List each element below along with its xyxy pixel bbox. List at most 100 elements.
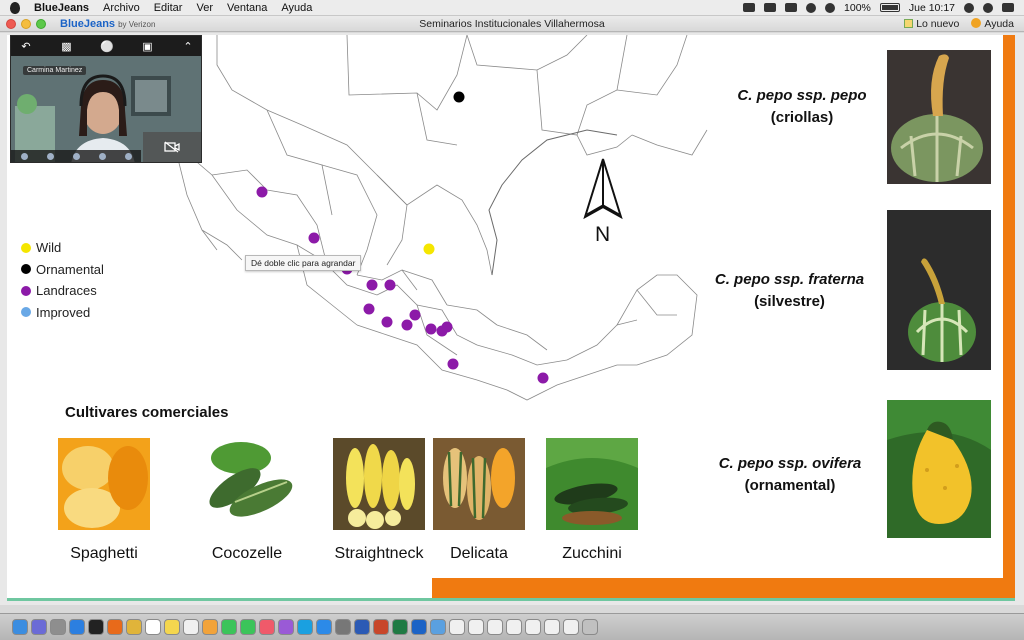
mic-off-icon[interactable]: ⚪	[100, 40, 114, 53]
pepo-photo	[887, 50, 991, 184]
apple-icon[interactable]	[10, 1, 20, 14]
podcasts-icon[interactable]	[278, 619, 294, 635]
legend-item-improved: Improved	[21, 302, 104, 324]
powerpoint-icon[interactable]	[373, 619, 389, 635]
legend-dot	[21, 242, 31, 253]
notes-icon[interactable]	[164, 619, 180, 635]
terminal-icon[interactable]	[88, 619, 104, 635]
notification-center-icon[interactable]	[1002, 3, 1014, 12]
battery-icon[interactable]	[879, 3, 900, 12]
menu-ventana[interactable]: Ventana	[227, 2, 267, 14]
cultivar-straightneck: Straightneck	[324, 438, 434, 563]
finder-icon[interactable]	[12, 619, 28, 635]
help-button[interactable]: Ayuda	[971, 18, 1014, 30]
mini-control-icon[interactable]	[124, 152, 132, 160]
menu-editar[interactable]: Editar	[154, 2, 183, 14]
camera-off-icon	[164, 141, 180, 153]
zucchini-photo	[546, 438, 638, 530]
video-mini-controls	[11, 150, 141, 162]
video-controls-bar: ↶ ▩ ⚪ ▣ ⌃	[11, 36, 201, 56]
landrace-point	[537, 372, 549, 384]
video-camera-icon[interactable]	[785, 3, 798, 12]
north-arrow-icon	[583, 158, 623, 220]
subspecies-label-ovifera: C. pepo ssp. ovifera (ornamental)	[718, 455, 862, 494]
chevron-up-icon[interactable]: ⌃	[181, 40, 195, 53]
mini-control-icon[interactable]	[72, 152, 80, 160]
legend-dot	[21, 285, 31, 296]
cloud-icon[interactable]	[743, 3, 756, 12]
clock[interactable]: Jue 10:17	[909, 2, 955, 14]
orange-accent-bar	[1003, 35, 1015, 583]
cultivar-name: Straightneck	[334, 545, 424, 562]
wifi-icon[interactable]	[825, 2, 836, 13]
word-icon[interactable]	[354, 619, 370, 635]
mini-control-icon[interactable]	[98, 152, 106, 160]
whats-new-button[interactable]: Lo nuevo	[904, 18, 959, 30]
siri-menu-icon[interactable]	[983, 2, 993, 13]
legend-dot	[21, 307, 31, 318]
app-store-icon[interactable]	[316, 619, 332, 635]
menu-bar: BlueJeans Archivo Editar Ver Ventana Ayu…	[0, 0, 1024, 16]
participant-name: Carmina Martinez	[23, 66, 87, 75]
menu-ayuda[interactable]: Ayuda	[281, 2, 312, 14]
document-icon[interactable]	[468, 619, 484, 635]
picture-in-picture-icon[interactable]: ▣	[141, 40, 155, 53]
ovifera-photo	[887, 400, 991, 538]
green-accent-line	[7, 598, 1015, 601]
siri-icon[interactable]	[31, 619, 47, 635]
launchpad-icon[interactable]	[50, 619, 66, 635]
legend-item-ornamental: Ornamental	[21, 259, 104, 281]
spotlight-search-icon[interactable]	[964, 2, 974, 13]
landrace-point	[384, 279, 396, 291]
excel-icon[interactable]	[392, 619, 408, 635]
orange-accent-bar	[432, 578, 1015, 598]
reminders-icon[interactable]	[183, 619, 199, 635]
menu-archivo[interactable]: Archivo	[103, 2, 140, 14]
video-off-icon[interactable]: ▩	[60, 40, 74, 53]
dock	[0, 613, 1024, 640]
chrome-icon[interactable]	[126, 619, 142, 635]
self-view-video[interactable]: ↶ ▩ ⚪ ▣ ⌃ Carmina Martinez	[10, 35, 202, 163]
music-icon[interactable]	[259, 619, 275, 635]
cultivar-name: Zucchini	[562, 545, 622, 562]
gift-icon	[904, 19, 914, 28]
fraterna-photo	[887, 210, 991, 370]
landrace-point	[447, 358, 459, 370]
firefox-icon[interactable]	[107, 619, 123, 635]
mini-control-icon[interactable]	[46, 152, 54, 160]
landrace-point	[409, 309, 421, 321]
straightneck-photo	[333, 438, 425, 530]
screen: BlueJeans Archivo Editar Ver Ventana Ayu…	[0, 0, 1024, 640]
bluejeans-dock-icon[interactable]	[411, 619, 427, 635]
messages-icon[interactable]	[221, 619, 237, 635]
facetime-icon[interactable]	[240, 619, 256, 635]
document-icon[interactable]	[487, 619, 503, 635]
cultivar-spaghetti: Spaghetti	[49, 438, 159, 563]
skype-icon[interactable]	[297, 619, 313, 635]
document-icon[interactable]	[544, 619, 560, 635]
legend-item-wild: Wild	[21, 237, 104, 259]
document-icon[interactable]	[525, 619, 541, 635]
menu-ver[interactable]: Ver	[196, 2, 213, 14]
document-icon[interactable]	[449, 619, 465, 635]
document-icon[interactable]	[563, 619, 579, 635]
battery-percent[interactable]: 100%	[844, 2, 871, 14]
bluetooth-icon[interactable]	[806, 2, 817, 13]
dropbox-icon[interactable]	[764, 3, 777, 12]
spaghetti-photo	[58, 438, 150, 530]
calendar-icon[interactable]	[145, 619, 161, 635]
safari-icon[interactable]	[69, 619, 85, 635]
tooltip: Dé doble clic para agrandar	[245, 255, 362, 271]
trash-icon[interactable]	[582, 619, 598, 635]
document-icon[interactable]	[506, 619, 522, 635]
photos-icon[interactable]	[202, 619, 218, 635]
landrace-point	[401, 319, 413, 331]
cultivar-name: Spaghetti	[70, 545, 138, 562]
preview-icon[interactable]	[430, 619, 446, 635]
mini-control-icon[interactable]	[20, 152, 28, 160]
camera-muted-button[interactable]	[143, 132, 201, 162]
mexico-map	[136, 35, 708, 401]
system-prefs-icon[interactable]	[335, 619, 351, 635]
back-arrow-icon[interactable]: ↶	[19, 40, 33, 53]
menu-app-name[interactable]: BlueJeans	[34, 2, 89, 14]
